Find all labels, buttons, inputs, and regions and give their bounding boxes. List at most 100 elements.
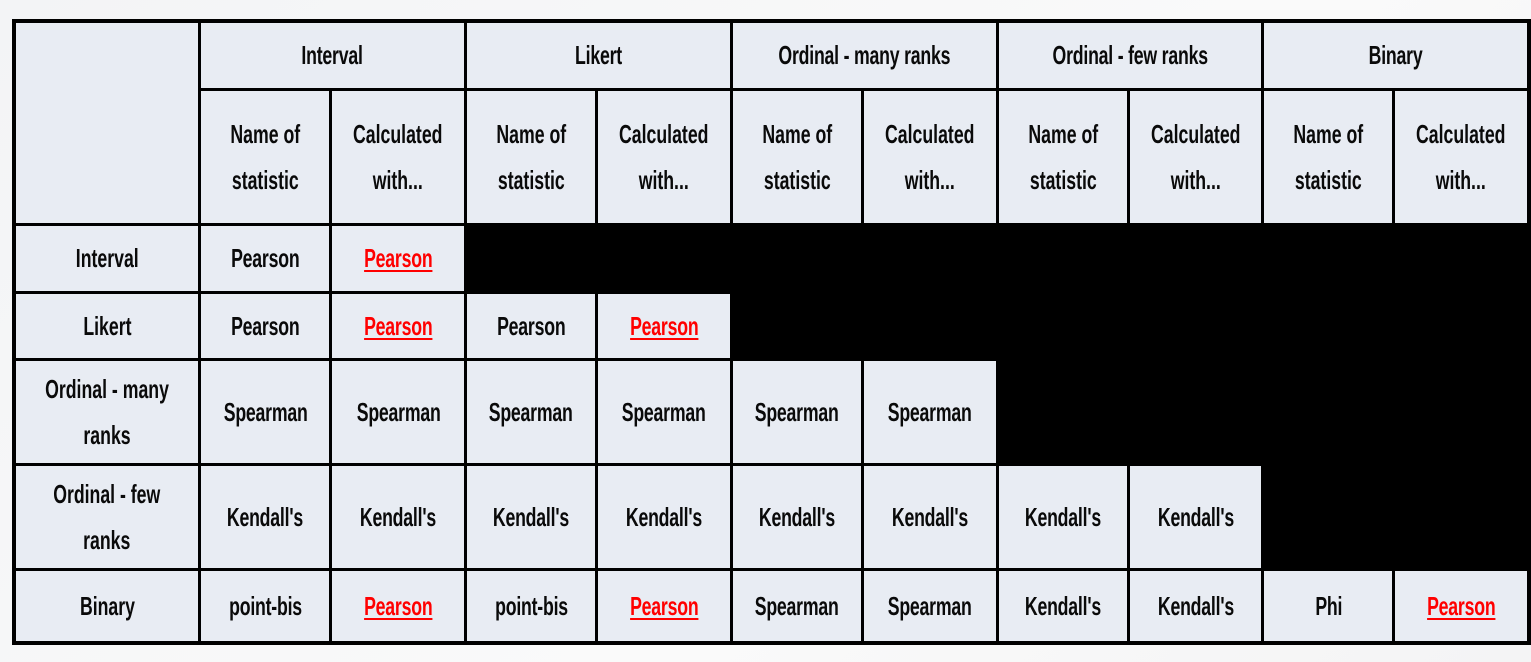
subheader-line: Name of xyxy=(762,118,832,149)
row-header-line: ranks xyxy=(83,419,131,450)
row-header-line: Binary xyxy=(79,590,135,621)
blacked-out-cell xyxy=(463,222,599,294)
subheader-line: with... xyxy=(1436,164,1487,195)
calculated-with-cell: Kendall's xyxy=(329,462,467,571)
statistic-name: Kendall's xyxy=(759,501,836,532)
calculated-with-value: Kendall's xyxy=(626,501,703,532)
column-group-interval: Interval xyxy=(198,19,467,91)
calculated-with-cell[interactable]: Pearson xyxy=(1392,567,1531,645)
calculated-with-cell: Spearman xyxy=(329,357,467,466)
calculated-with-value: Spearman xyxy=(622,396,707,427)
subheader-name-of-statistic-likert: Name of statistic xyxy=(463,87,599,226)
blacked-out-cell xyxy=(1261,290,1396,361)
statistic-name-cell: point-bis xyxy=(198,567,333,645)
calculated-with-cell: Spearman xyxy=(861,567,999,645)
statistic-name: Phi xyxy=(1315,590,1342,621)
calculated-with-cell: Kendall's xyxy=(861,462,999,571)
calculated-with-link[interactable]: Pearson xyxy=(1427,591,1496,621)
row-header: Ordinal - few ranks xyxy=(12,462,202,571)
blacked-out-cell xyxy=(995,222,1130,294)
statistic-name: Spearman xyxy=(489,396,574,427)
statistic-name: Kendall's xyxy=(227,501,304,532)
subheader-line: with... xyxy=(904,164,956,195)
calculated-with-value: Kendall's xyxy=(1157,590,1234,621)
calculated-with-link[interactable]: Pearson xyxy=(630,311,699,341)
statistic-name-cell: point-bis xyxy=(463,567,599,645)
subheader-line: Name of xyxy=(1293,118,1364,149)
column-group-ordinal-many: Ordinal - many ranks xyxy=(729,19,999,91)
subheader-calculated-with-interval: Calculated with... xyxy=(329,87,467,226)
blacked-out-cell xyxy=(1126,357,1265,466)
calculated-with-value: Spearman xyxy=(888,396,972,427)
subheader-line: Calculated xyxy=(885,118,975,149)
subheader-line: Name of xyxy=(230,118,301,149)
calculated-with-link[interactable]: Pearson xyxy=(364,591,433,621)
subheader-calculated-with-likert: Calculated with... xyxy=(595,87,733,226)
calculated-with-cell[interactable]: Pearson xyxy=(329,222,467,294)
blacked-out-cell xyxy=(595,222,733,294)
statistic-name: Spearman xyxy=(755,396,839,427)
statistic-name-cell: Spearman xyxy=(463,357,599,466)
column-group-binary: Binary xyxy=(1261,19,1531,91)
statistic-name-cell: Kendall's xyxy=(198,462,333,571)
subheader-line: with... xyxy=(373,164,424,195)
calculated-with-link[interactable]: Pearson xyxy=(630,591,699,621)
correlation-table-container: Interval Likert Ordinal - many ranks Ord… xyxy=(12,19,1531,645)
subheader-name-of-statistic-ordinal-few: Name of statistic xyxy=(995,87,1130,226)
calculated-with-cell: Spearman xyxy=(861,357,999,466)
subheader-name-of-statistic-binary: Name of statistic xyxy=(1261,87,1396,226)
subheader-line: Name of xyxy=(1027,118,1098,149)
statistic-name-cell: Phi xyxy=(1261,567,1396,645)
subheader-line: Name of xyxy=(496,118,567,149)
calculated-with-value: Kendall's xyxy=(360,501,437,532)
table-row: Ordinal - few ranks Kendall's Kendall's Kend… xyxy=(12,462,1531,571)
row-header: Interval xyxy=(12,222,202,294)
row-header-line: Ordinal - many xyxy=(45,373,169,404)
column-group-header-row: Interval Likert Ordinal - many ranks Ord… xyxy=(12,19,1531,226)
calculated-with-cell[interactable]: Pearson xyxy=(329,290,467,361)
statistic-name: Kendall's xyxy=(1024,501,1101,532)
blacked-out-cell xyxy=(1392,222,1531,294)
subheader-line: statistic xyxy=(1029,164,1097,195)
row-header-line: Ordinal - few xyxy=(53,478,161,509)
calculated-with-link[interactable]: Pearson xyxy=(364,243,433,273)
row-header: Likert xyxy=(12,290,202,361)
subheader-line: statistic xyxy=(231,164,299,195)
calculated-with-link[interactable]: Pearson xyxy=(364,311,433,341)
statistic-name-cell: Kendall's xyxy=(995,462,1130,571)
statistic-name: Pearson xyxy=(231,310,300,341)
blacked-out-cell xyxy=(1261,357,1396,466)
statistic-name-cell: Kendall's xyxy=(995,567,1130,645)
correlation-statistics-table: Interval Likert Ordinal - many ranks Ord… xyxy=(12,19,1531,645)
blacked-out-cell xyxy=(1261,462,1396,571)
statistic-name-cell: Spearman xyxy=(198,357,333,466)
calculated-with-value: Spearman xyxy=(356,396,441,427)
statistic-name-cell: Spearman xyxy=(729,357,865,466)
statistic-name-cell: Pearson xyxy=(198,290,333,361)
blacked-out-cell xyxy=(861,290,999,361)
subheader-line: statistic xyxy=(1295,164,1362,195)
blacked-out-cell xyxy=(1392,462,1531,571)
statistic-name-cell: Spearman xyxy=(729,567,865,645)
calculated-with-cell: Spearman xyxy=(595,357,733,466)
subheader-line: with... xyxy=(1170,164,1221,195)
subheader-calculated-with-binary: Calculated with... xyxy=(1392,87,1531,226)
statistic-name: Pearson xyxy=(231,243,300,273)
calculated-with-cell[interactable]: Pearson xyxy=(329,567,467,645)
table-row: Interval Pearson Pearson xyxy=(12,222,1531,294)
subheader-line: Calculated xyxy=(1416,118,1506,149)
calculated-with-cell[interactable]: Pearson xyxy=(595,290,733,361)
blacked-out-cell xyxy=(729,290,865,361)
row-header-line: Interval xyxy=(75,243,139,273)
table-row: Likert Pearson Pearson Pearson Pearson xyxy=(12,290,1531,361)
statistic-name-cell: Pearson xyxy=(463,290,599,361)
row-header: Binary xyxy=(12,567,202,645)
blacked-out-cell xyxy=(995,290,1130,361)
calculated-with-cell: Kendall's xyxy=(1126,567,1265,645)
statistic-name: Spearman xyxy=(223,396,308,427)
subheader-calculated-with-ordinal-few: Calculated with... xyxy=(1126,87,1265,226)
statistic-name-cell: Kendall's xyxy=(729,462,865,571)
calculated-with-cell[interactable]: Pearson xyxy=(595,567,733,645)
calculated-with-cell: Kendall's xyxy=(595,462,733,571)
table-row: Binary point-bis Pearson point-bis Pearson Sp… xyxy=(12,567,1531,645)
